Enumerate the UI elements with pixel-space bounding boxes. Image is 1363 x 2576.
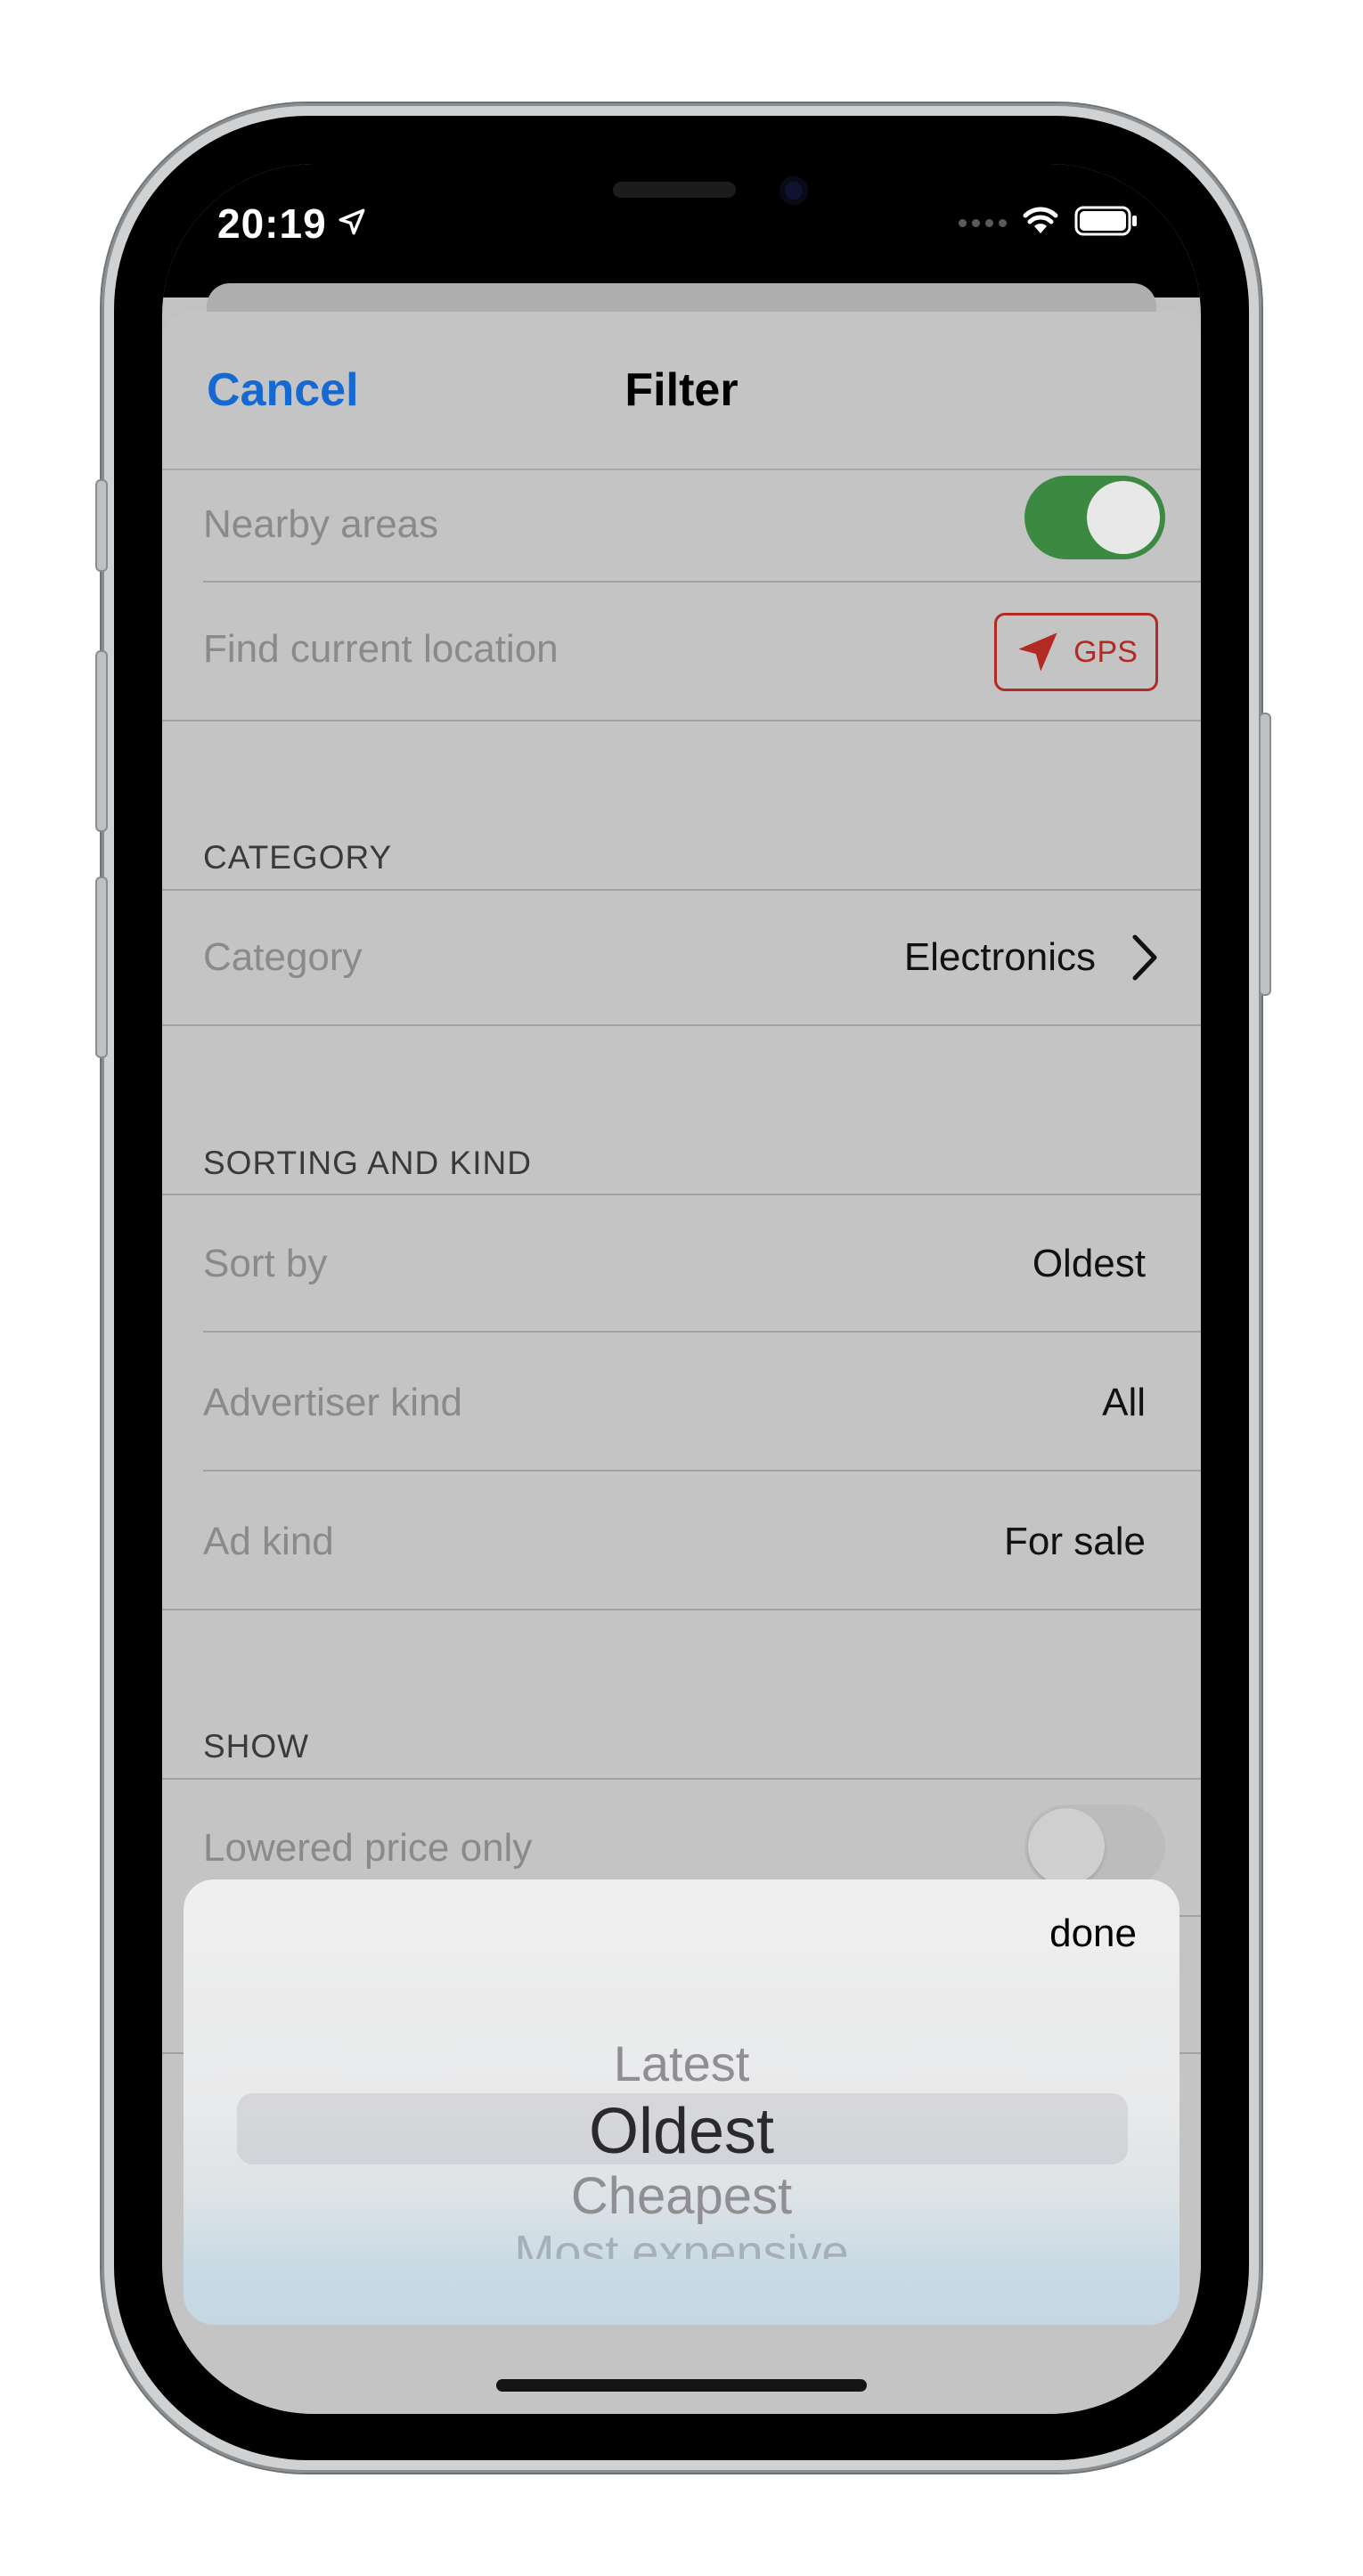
- volume-down-button: [95, 876, 108, 1058]
- wifi-icon: [1023, 207, 1058, 240]
- navigation-arrow-icon: [1018, 632, 1057, 672]
- camera: [779, 176, 808, 205]
- lowered-price-label: Lowered price only: [203, 1826, 533, 1870]
- category-row[interactable]: Category Electronics: [162, 891, 1201, 1024]
- divider: [162, 1024, 1201, 1026]
- status-time: 20:19: [217, 200, 327, 247]
- battery-icon: [1074, 205, 1139, 241]
- ad-kind-value: For sale: [1004, 1520, 1146, 1563]
- advertiser-kind-row[interactable]: Advertiser kind All: [162, 1333, 1201, 1470]
- done-button[interactable]: done: [1049, 1912, 1137, 1956]
- picker-option-oldest[interactable]: Oldest: [184, 2095, 1179, 2168]
- advertiser-kind-label: Advertiser kind: [203, 1381, 463, 1424]
- category-value: Electronics: [903, 935, 1096, 979]
- chevron-right-icon: [1132, 934, 1157, 981]
- advertiser-kind-value: All: [1102, 1381, 1146, 1424]
- sort-picker: done Latest Oldest Cheapest Most expensi…: [184, 1879, 1179, 2325]
- volume-up-button: [95, 650, 108, 832]
- nearby-areas-toggle[interactable]: [1024, 476, 1165, 559]
- category-label: Category: [203, 935, 363, 979]
- picker-option-cheapest[interactable]: Cheapest: [184, 2166, 1179, 2226]
- sort-by-label: Sort by: [203, 1242, 328, 1285]
- nav-bar: Filter Cancel: [162, 312, 1201, 470]
- sort-by-row[interactable]: Sort by Oldest: [162, 1195, 1201, 1331]
- divider: [162, 720, 1201, 721]
- screen: 20:19 Filter Cancel Nearby areas Find cu…: [162, 164, 1201, 2414]
- show-section-header: SHOW: [203, 1728, 310, 1765]
- cancel-button[interactable]: Cancel: [207, 363, 359, 417]
- nearby-areas-row: Nearby areas: [162, 469, 1201, 583]
- side-button: [95, 479, 108, 572]
- picker-option-most-expensive[interactable]: Most expensive: [184, 2225, 1179, 2259]
- category-section-header: CATEGORY: [203, 839, 393, 876]
- gps-button[interactable]: GPS: [994, 613, 1158, 691]
- lowered-price-toggle[interactable]: [1024, 1805, 1165, 1888]
- find-location-label: Find current location: [203, 627, 559, 671]
- gps-label: GPS: [1073, 634, 1138, 669]
- picker-option-latest[interactable]: Latest: [184, 2034, 1179, 2092]
- notch: [443, 164, 920, 240]
- find-location-row: Find current location GPS: [162, 583, 1201, 721]
- cellular-signal-icon: [959, 219, 1007, 227]
- ad-kind-row[interactable]: Ad kind For sale: [162, 1471, 1201, 1609]
- status-indicators: [959, 205, 1139, 241]
- ad-kind-label: Ad kind: [203, 1520, 334, 1563]
- sorting-section-header: SORTING AND KIND: [203, 1145, 532, 1181]
- nearby-areas-label: Nearby areas: [203, 502, 439, 546]
- home-indicator: [496, 2379, 867, 2392]
- speaker: [613, 182, 736, 198]
- sort-by-value: Oldest: [1032, 1242, 1146, 1285]
- power-button: [1259, 713, 1271, 996]
- divider: [162, 1609, 1201, 1610]
- location-arrow-icon: [337, 207, 367, 241]
